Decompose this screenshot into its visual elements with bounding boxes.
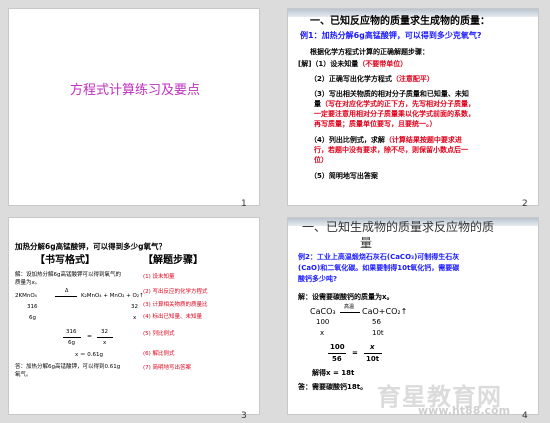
slide-2-step-5: （5）简明地写出答案 bbox=[310, 172, 378, 180]
slide-3-left-header: 【书写格式】 bbox=[35, 255, 95, 266]
slide-3-step-1: (1) 设未知量 bbox=[143, 274, 175, 280]
slide-3-step-3: (3) 计算相关物质的质量比 bbox=[143, 302, 208, 308]
slide-4-mr-left: 100 bbox=[316, 318, 330, 326]
slide-2-step-2: （2）正确写出化学方程式（注意配平） bbox=[310, 75, 434, 83]
slide-3-final-answer-line-1: 答：加热分解6g高锰酸钾，可以得到0.61g bbox=[15, 364, 121, 370]
slide-3-step-5: (5) 列比例式 bbox=[143, 331, 175, 337]
slide-3-equation-rhs: K₂MnO₄ + MnO₂ + O₂↑ bbox=[81, 293, 144, 299]
slide-3-mass-right: x bbox=[133, 315, 137, 321]
slide-2-number: 2 bbox=[522, 199, 528, 209]
slide-4-answer: 答：需要碳酸钙18t。 bbox=[298, 383, 368, 391]
slide-2-step-3-line-3: 一定要注意用相对分子质量乘以化学式前面的系数， bbox=[314, 110, 475, 118]
slide-4-fraction-2-numerator: x bbox=[370, 343, 375, 351]
watermark-url: www.ht88.com bbox=[418, 404, 511, 417]
slide-2-step-1: [解]（1）设未知量（不要带单位） bbox=[298, 60, 408, 68]
slide-3-result: x ＝ 0.61g bbox=[75, 352, 103, 358]
slide-4-equation-arrow bbox=[340, 312, 360, 313]
slide-3-fraction-1-numerator: 316 bbox=[66, 329, 77, 335]
slide-1[interactable]: 方程式计算练习及要点 bbox=[8, 8, 260, 206]
slide-3-question: 加热分解6g高锰酸钾，可以得到多少g氧气？ bbox=[15, 242, 166, 251]
slide-3-fraction-1-denominator: 6g bbox=[68, 340, 75, 346]
slide-3-answer-line-2: 质量为x。 bbox=[15, 280, 41, 286]
slide-3-fraction-2-numerator: 32 bbox=[101, 329, 108, 335]
slide-3-answer-line-1: 解：设加热分解6g高锰酸钾可以得到氧气的 bbox=[15, 272, 121, 278]
slide-2[interactable]: 一、已知反应物的质量求生成物的质量： 例1：加热分解6g高锰酸钾，可以得到多少克… bbox=[287, 8, 539, 206]
slide-2-step-3-line-4: 再写质量；质量单位要写，且要统一。） bbox=[314, 120, 437, 128]
slide-3-right-header: 【解题步骤】 bbox=[143, 255, 203, 266]
slide-3-step-6: (6) 解比例式 bbox=[143, 351, 175, 357]
slide-4-solve: 解：设需要碳酸钙的质量为x。 bbox=[298, 293, 394, 301]
slide-4-fraction-1-numerator: 100 bbox=[330, 343, 345, 351]
slide-4-mr-right: 56 bbox=[372, 318, 381, 326]
slide-4-fraction-2-denominator: 10t bbox=[366, 355, 380, 363]
slide-2-step-3-line-2: 量（写在对应化学式的正下方，先写相对分子质量， bbox=[314, 100, 475, 108]
slide-3-step-2: (2) 写出反应的化学方程式 bbox=[143, 289, 208, 295]
slide-4-fraction-1-denominator: 56 bbox=[332, 355, 342, 363]
slide-4-result: 解得x = 18t bbox=[312, 369, 355, 377]
slide-3-equation-condition: Δ bbox=[65, 288, 69, 294]
slide-3-mass-left: 6g bbox=[29, 315, 36, 321]
slide-2-heading: 一、已知反应物的质量求生成物的质量： bbox=[310, 16, 490, 27]
slide-2-step-3-line-1: （3）写出相关物质的相对分子质量和已知量、未知 bbox=[310, 90, 469, 98]
slide-4-equation-condition: 高温 bbox=[344, 304, 355, 310]
slide-3-fraction-2-denominator: x bbox=[103, 340, 107, 346]
slide-4-mass-left: x bbox=[320, 329, 325, 337]
slide-3-mr-right: 32 bbox=[131, 304, 138, 310]
slide-3[interactable]: 加热分解6g高锰酸钾，可以得到多少g氧气？ 【书写格式】 【解题步骤】 解：设加… bbox=[8, 217, 260, 415]
slide-3-final-answer-line-2: 氧气。 bbox=[15, 372, 32, 378]
slide-3-step-7: (7) 简明地写出答案 bbox=[143, 365, 192, 371]
slide-3-mr-left: 316 bbox=[27, 304, 38, 310]
slide-4-example-line-2: (CaO)和二氧化碳。如果要制得10t氧化钙，需要碳 bbox=[298, 264, 460, 272]
slide-3-equation-arrow bbox=[55, 296, 77, 297]
slide-1-title: 方程式计算练习及要点 bbox=[69, 83, 200, 98]
slide-4-mass-right: 10t bbox=[372, 329, 384, 337]
slide-3-number: 3 bbox=[241, 411, 247, 421]
slide-4-equation-lhs: CaCO₃ bbox=[310, 307, 336, 316]
slide-4-equals: = bbox=[352, 349, 358, 357]
slide-4-equation-rhs: CaO+CO₂↑ bbox=[362, 307, 408, 316]
slide-3-equation-lhs: 2KMnO₄ bbox=[15, 293, 37, 299]
slide-1-number: 1 bbox=[241, 199, 247, 209]
slide-2-step-4-line-2: 行，若题中没有要求，除不尽，则保留小数点后一 bbox=[314, 146, 468, 154]
slide-4-example-line-3: 酸钙多少吨? bbox=[298, 275, 338, 283]
slide-2-step-4: （4）列出比例式，求解（计算结果按题中要求进 bbox=[310, 136, 462, 144]
slide-3-step-4: (4) 标出已知量、未知量 bbox=[143, 314, 203, 320]
slide-3-equals: = bbox=[87, 333, 93, 340]
slide-2-steps-title: 根据化学方程式计算的正确解题步骤： bbox=[310, 48, 429, 56]
slide-4-number: 4 bbox=[522, 411, 528, 421]
slide-4-heading-line-1: 一、已知生成物的质量求反应物的质 bbox=[302, 220, 495, 234]
slide-2-step-4-line-3: 位） bbox=[314, 156, 328, 164]
slide-4-example-line-1: 例2：工业上高温煅烧石灰石(CaCO₃)可制得生石灰 bbox=[298, 253, 460, 261]
slide-2-example: 例1：加热分解6g高锰酸钾，可以得到多少克氧气? bbox=[300, 31, 482, 40]
slide-4-heading-line-2: 量 bbox=[360, 236, 373, 250]
